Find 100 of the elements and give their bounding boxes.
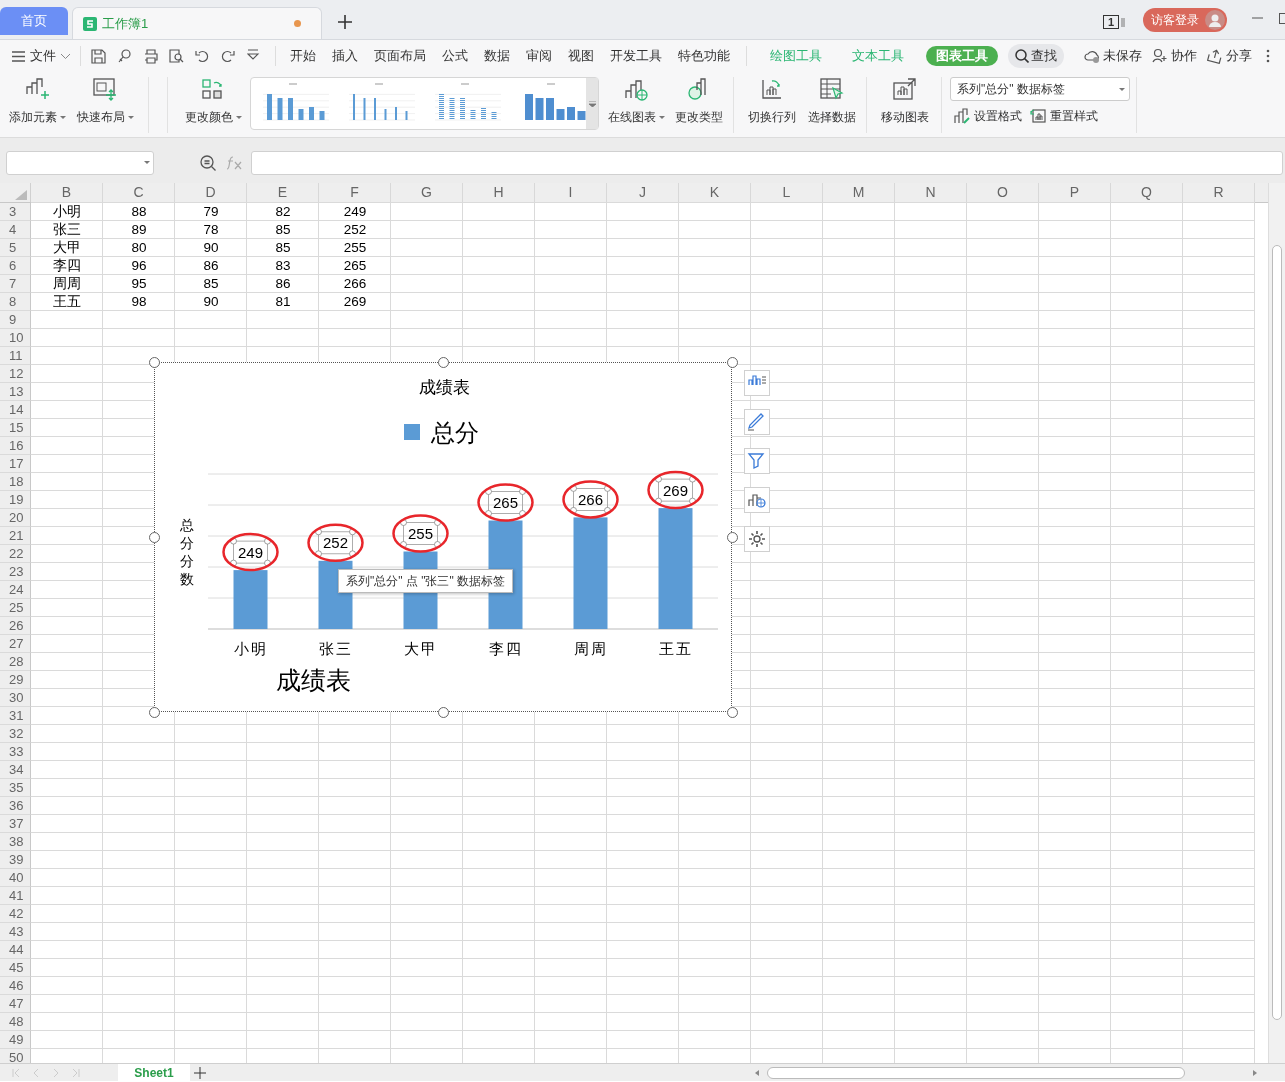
scroll-left-icon[interactable] — [755, 1069, 759, 1076]
toolbar-action[interactable]: 协作 — [1152, 46, 1197, 66]
column-header[interactable]: N — [895, 183, 967, 202]
column-header[interactable]: P — [1039, 183, 1111, 202]
menu-tab[interactable]: 开发工具 — [602, 46, 670, 66]
row-number[interactable]: 21 — [0, 527, 31, 545]
row-number[interactable]: 11 — [0, 347, 31, 365]
row-number[interactable]: 19 — [0, 491, 31, 509]
label-selection-frame[interactable] — [655, 475, 696, 505]
column-header[interactable]: F — [319, 183, 391, 202]
resize-handle[interactable] — [727, 532, 738, 543]
row-number[interactable]: 12 — [0, 365, 31, 383]
row-number[interactable]: 49 — [0, 1031, 31, 1049]
row-number[interactable]: 38 — [0, 833, 31, 851]
row-number[interactable]: 10 — [0, 329, 31, 347]
ribbon-button[interactable]: 在线图表 — [605, 77, 667, 129]
row-number[interactable]: 14 — [0, 401, 31, 419]
row-number[interactable]: 28 — [0, 653, 31, 671]
ribbon-button[interactable]: 更改颜色 — [180, 77, 246, 129]
resize-handle[interactable] — [438, 357, 449, 368]
online-chart-icon[interactable] — [744, 487, 770, 513]
formula-field[interactable] — [251, 150, 1283, 175]
gallery-scroll-button[interactable] — [586, 78, 598, 129]
row-number[interactable]: 7 — [0, 275, 31, 293]
column-header[interactable]: L — [751, 183, 823, 202]
resize-handle[interactable] — [149, 707, 160, 718]
add-sheet-icon[interactable] — [194, 1066, 206, 1079]
row-number[interactable]: 50 — [0, 1049, 31, 1063]
row-number[interactable]: 46 — [0, 977, 31, 995]
column-header[interactable]: K — [679, 183, 751, 202]
column-header[interactable]: B — [31, 183, 103, 202]
row-number[interactable]: 22 — [0, 545, 31, 563]
row-number[interactable]: 20 — [0, 509, 31, 527]
row-number[interactable]: 13 — [0, 383, 31, 401]
column-header[interactable]: G — [391, 183, 463, 202]
row-number[interactable]: 42 — [0, 905, 31, 923]
row-number[interactable]: 5 — [0, 239, 31, 257]
print-preview-icon[interactable] — [169, 48, 184, 64]
row-number[interactable]: 34 — [0, 761, 31, 779]
resize-handle[interactable] — [149, 357, 160, 368]
column-header[interactable]: D — [175, 183, 247, 202]
row-number[interactable]: 9 — [0, 311, 31, 329]
row-number[interactable]: 39 — [0, 851, 31, 869]
redo-icon[interactable] — [221, 48, 236, 64]
menu-tab[interactable]: 页面布局 — [366, 46, 434, 66]
row-number[interactable]: 29 — [0, 671, 31, 689]
ribbon-button[interactable]: 添加元素 — [6, 77, 68, 129]
element-selector[interactable]: 系列"总分" 数据标签 — [950, 77, 1130, 101]
resize-handle[interactable] — [727, 707, 738, 718]
label-selection-frame[interactable] — [485, 488, 526, 517]
column-header[interactable]: C — [103, 183, 175, 202]
row-number[interactable]: 41 — [0, 887, 31, 905]
document-tab[interactable]: 工作簿1 — [72, 7, 322, 39]
row-number[interactable]: 4 — [0, 221, 31, 239]
row-number[interactable]: 24 — [0, 581, 31, 599]
chart-elements-icon[interactable] — [744, 370, 770, 396]
row-number[interactable]: 47 — [0, 995, 31, 1013]
ribbon-button[interactable]: 快速布局 — [72, 77, 138, 129]
ribbon-button[interactable]: 切换行列 — [744, 77, 800, 129]
brush-icon[interactable] — [744, 409, 770, 435]
menu-tab[interactable]: 开始 — [282, 46, 324, 66]
row-number[interactable]: 18 — [0, 473, 31, 491]
row-number[interactable]: 6 — [0, 257, 31, 275]
column-header[interactable]: H — [463, 183, 535, 202]
column-header[interactable]: I — [535, 183, 607, 202]
column-header[interactable]: O — [967, 183, 1039, 202]
scroll-thumb[interactable] — [767, 1066, 1185, 1079]
row-number[interactable]: 16 — [0, 437, 31, 455]
settings-icon[interactable] — [744, 526, 770, 552]
more-icon[interactable] — [1266, 49, 1270, 63]
row-number[interactable]: 27 — [0, 635, 31, 653]
label-selection-frame[interactable] — [570, 485, 611, 514]
label-selection-frame[interactable] — [315, 528, 356, 558]
column-header[interactable]: M — [823, 183, 895, 202]
key-icon[interactable] — [117, 48, 132, 64]
home-tab[interactable]: 首页 — [0, 7, 68, 35]
menu-tab[interactable]: 视图 — [560, 46, 602, 66]
row-number[interactable]: 30 — [0, 689, 31, 707]
column-header[interactable]: E — [247, 183, 319, 202]
row-number[interactable]: 35 — [0, 779, 31, 797]
label-selection-frame[interactable] — [400, 519, 441, 548]
resize-handle[interactable] — [438, 707, 449, 718]
file-menu[interactable]: 文件 — [12, 44, 70, 68]
ribbon-button[interactable]: 选择数据 — [804, 77, 860, 129]
toolbar-action[interactable]: 分享 — [1207, 46, 1252, 66]
row-number[interactable]: 25 — [0, 599, 31, 617]
menu-tab[interactable]: 特色功能 — [670, 46, 738, 66]
new-tab-icon[interactable] — [338, 15, 352, 29]
row-number[interactable]: 3 — [0, 203, 31, 221]
row-number[interactable]: 33 — [0, 743, 31, 761]
row-number[interactable]: 37 — [0, 815, 31, 833]
ribbon-button[interactable]: 设置格式 — [954, 107, 1022, 125]
column-header[interactable]: Q — [1111, 183, 1183, 202]
row-number[interactable]: 26 — [0, 617, 31, 635]
undo-icon[interactable] — [195, 48, 210, 64]
row-number[interactable]: 23 — [0, 563, 31, 581]
row-number[interactable]: 32 — [0, 725, 31, 743]
print-icon[interactable] — [143, 48, 158, 64]
resize-handle[interactable] — [727, 357, 738, 368]
row-number[interactable]: 8 — [0, 293, 31, 311]
